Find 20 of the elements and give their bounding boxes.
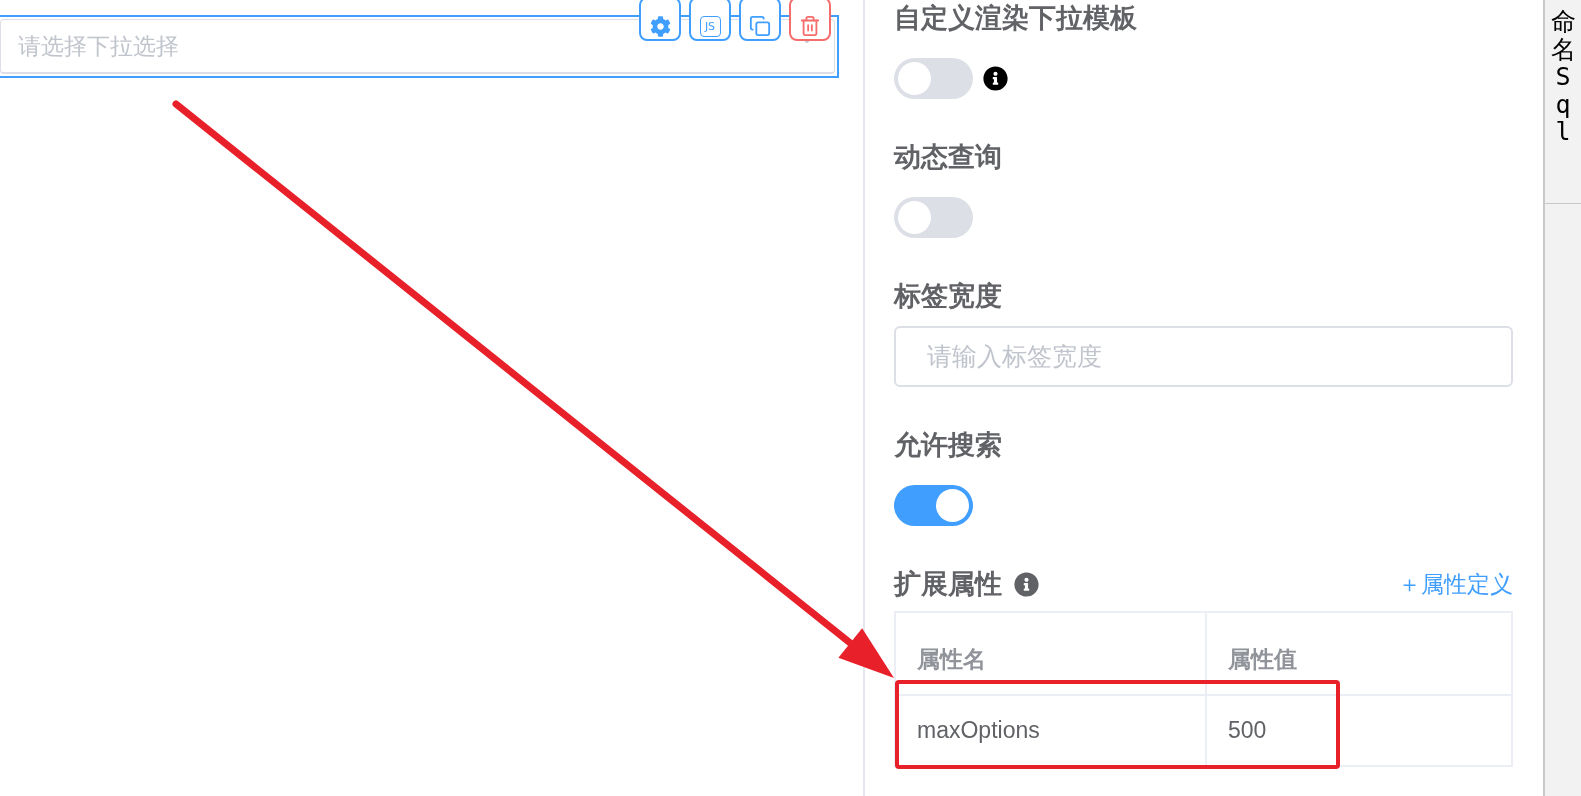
text-input-field[interactable]: 请输入标签宽度 <box>894 326 1513 387</box>
toggle-switch[interactable] <box>894 197 973 238</box>
settings-button[interactable] <box>639 0 681 41</box>
delete-button[interactable] <box>789 0 831 41</box>
copy-button[interactable] <box>739 0 781 41</box>
column-header: 属性名 <box>895 612 1206 695</box>
field-label: 允许搜索 <box>894 429 1003 462</box>
toggle-switch[interactable] <box>894 58 973 99</box>
field-label: 自定义渲染下拉模板 <box>894 2 1138 35</box>
toggle-switch[interactable] <box>894 485 973 526</box>
column-header: 属性值 <box>1206 612 1512 695</box>
settings-icon <box>649 15 671 37</box>
copy-icon <box>749 15 771 37</box>
field-label: 标签宽度 <box>894 280 1003 313</box>
trash-icon <box>799 15 821 37</box>
field-label: 动态查询 <box>894 141 1003 174</box>
script-button[interactable]: JS <box>689 0 731 41</box>
table-cell: maxOptions <box>895 695 1206 766</box>
add-property-link[interactable]: ＋属性定义 <box>1398 568 1513 600</box>
section-label: 扩展属性 <box>894 568 1002 601</box>
